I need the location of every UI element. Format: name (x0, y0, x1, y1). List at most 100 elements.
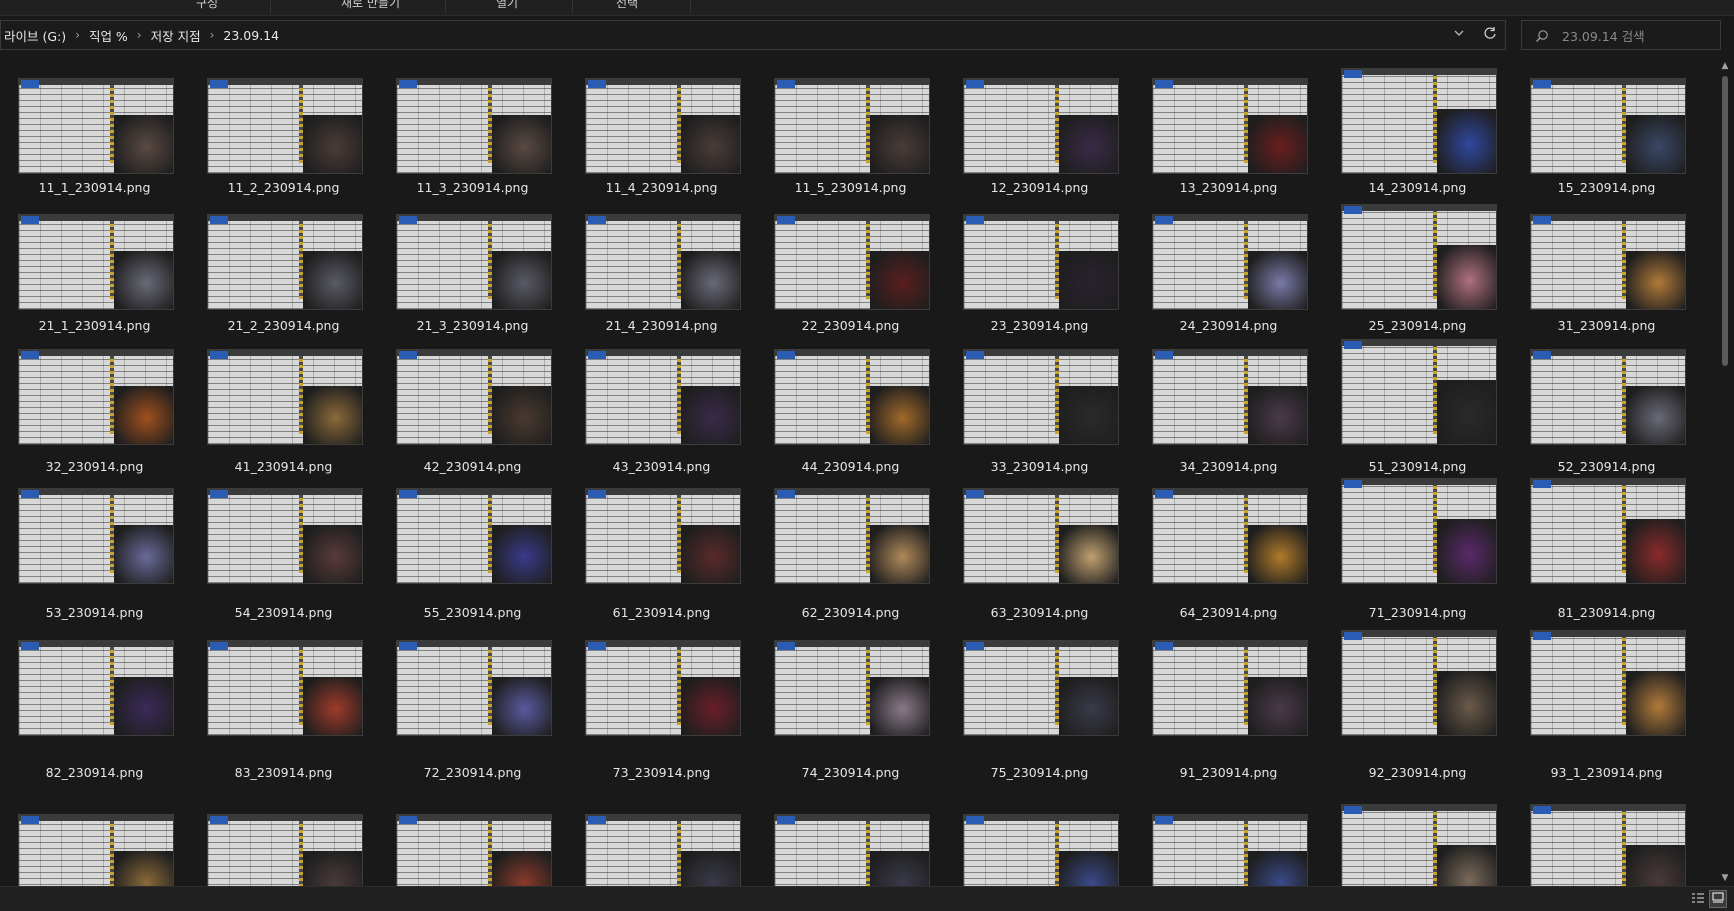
file-thumbnail (585, 214, 741, 310)
file-thumbnail (18, 488, 174, 584)
file-thumbnail (585, 349, 741, 445)
character-artwork (492, 524, 551, 583)
file-name: 21_1_230914.png (38, 318, 151, 333)
file-item-partial[interactable] (1335, 58, 1524, 886)
scroll-down-icon[interactable]: ▼ (1716, 870, 1734, 886)
breadcrumb-folder-current[interactable]: 23.09.14 (220, 28, 282, 43)
thumbnail-logo (1155, 351, 1173, 359)
thumbnail-rank-strip (865, 821, 870, 886)
thumbnail-logo (588, 490, 606, 498)
character-artwork (870, 385, 929, 444)
breadcrumb-drive[interactable]: 라이브 (G:) (1, 26, 69, 45)
ribbon-divider (270, 0, 271, 14)
file-name: 44_230914.png (801, 459, 900, 474)
search-input[interactable] (1560, 24, 1714, 48)
file-name: 41_230914.png (234, 459, 333, 474)
file-thumbnail (963, 214, 1119, 310)
file-name: 52_230914.png (1557, 459, 1656, 474)
ribbon-organize[interactable]: 구성 (196, 0, 218, 13)
thumbnail-header (586, 489, 740, 495)
large-icons-view-icon[interactable] (1709, 890, 1727, 908)
thumbnail-header (1342, 805, 1496, 811)
character-artwork (681, 524, 740, 583)
character-artwork (1437, 844, 1496, 886)
character-artwork (681, 850, 740, 886)
thumbnail-header (397, 350, 551, 356)
ribbon-open[interactable]: 열기 (496, 0, 518, 13)
thumbnail-header (208, 350, 362, 356)
breadcrumb-chevron-icon[interactable]: › (131, 28, 148, 42)
file-item-partial[interactable] (1146, 58, 1335, 886)
refresh-icon[interactable] (1476, 21, 1504, 49)
file-name: 34_230914.png (1179, 459, 1278, 474)
thumbnail-rank-strip (1243, 356, 1248, 434)
file-item-partial[interactable] (957, 58, 1146, 886)
thumbnail-rank-strip (109, 647, 114, 725)
thumbnail-header (1342, 479, 1496, 485)
character-artwork (1626, 844, 1685, 886)
file-thumbnail (18, 349, 174, 445)
thumbnail-logo (21, 351, 39, 359)
character-artwork (114, 850, 173, 886)
thumbnail-header (1153, 489, 1307, 495)
character-artwork (870, 676, 929, 735)
chevron-down-icon[interactable] (1451, 27, 1467, 43)
character-artwork (1248, 385, 1307, 444)
character-artwork (303, 250, 362, 309)
file-item-partial[interactable] (579, 58, 768, 886)
file-name: 43_230914.png (612, 459, 711, 474)
character-artwork (492, 385, 551, 444)
thumbnail-logo (399, 816, 417, 824)
thumbnail-header (1531, 350, 1685, 356)
breadcrumb: 라이브 (G:) › 직업 % › 저장 지점 › 23.09.14 (1, 21, 282, 49)
ribbon-divider (445, 0, 446, 14)
breadcrumb-folder-job[interactable]: 직업 % (86, 26, 131, 45)
file-name: 24_230914.png (1179, 318, 1278, 333)
file-name: 71_230914.png (1368, 605, 1467, 620)
thumbnail-logo (1533, 632, 1551, 640)
file-thumbnail (774, 214, 930, 310)
file-name: 53_230914.png (45, 605, 144, 620)
file-thumbnail (207, 640, 363, 736)
file-item-partial[interactable] (201, 58, 390, 886)
file-name: 32_230914.png (45, 459, 144, 474)
thumbnail-header (1342, 631, 1496, 637)
thumbnail-logo (966, 642, 984, 650)
thumbnail-logo (966, 816, 984, 824)
thumbnail-logo (777, 490, 795, 498)
thumbnail-rank-strip (1054, 647, 1059, 725)
details-view-icon[interactable] (1690, 891, 1706, 907)
file-thumbnail (396, 814, 552, 886)
file-thumbnail (774, 640, 930, 736)
search-box[interactable] (1521, 20, 1721, 50)
file-thumbnail (963, 488, 1119, 584)
thumbnail-logo (399, 642, 417, 650)
vertical-scrollbar[interactable]: ▲ ▼ (1716, 58, 1734, 886)
file-name: 72_230914.png (423, 765, 522, 780)
file-name: 21_3_230914.png (416, 318, 529, 333)
ribbon-select[interactable]: 선택 (616, 0, 638, 13)
breadcrumb-chevron-icon[interactable]: › (204, 28, 221, 42)
thumbnail-rank-strip (487, 356, 492, 434)
file-item-partial[interactable] (390, 58, 579, 886)
thumbnail-header (208, 489, 362, 495)
thumbnail-header (1153, 641, 1307, 647)
address-bar[interactable]: 라이브 (G:) › 직업 % › 저장 지점 › 23.09.14 (0, 20, 1506, 50)
character-artwork (1437, 670, 1496, 735)
thumbnail-header (1531, 479, 1685, 485)
file-name: 93_1_230914.png (1550, 765, 1663, 780)
breadcrumb-chevron-icon[interactable]: › (69, 28, 86, 42)
file-name: 33_230914.png (990, 459, 1089, 474)
file-item-partial[interactable] (1524, 58, 1713, 886)
scrollbar-thumb[interactable] (1722, 76, 1728, 366)
ribbon-new[interactable]: 새로 만들기 (341, 0, 400, 13)
thumbnail-logo (1533, 351, 1551, 359)
breadcrumb-folder-save-point[interactable]: 저장 지점 (148, 26, 204, 45)
file-name: 81_230914.png (1557, 605, 1656, 620)
character-artwork (870, 250, 929, 309)
file-item-partial[interactable] (768, 58, 957, 886)
scroll-up-icon[interactable]: ▲ (1716, 58, 1734, 74)
file-name: 82_230914.png (45, 765, 144, 780)
thumbnail-rank-strip (1432, 485, 1437, 573)
file-item-partial[interactable] (12, 58, 201, 886)
